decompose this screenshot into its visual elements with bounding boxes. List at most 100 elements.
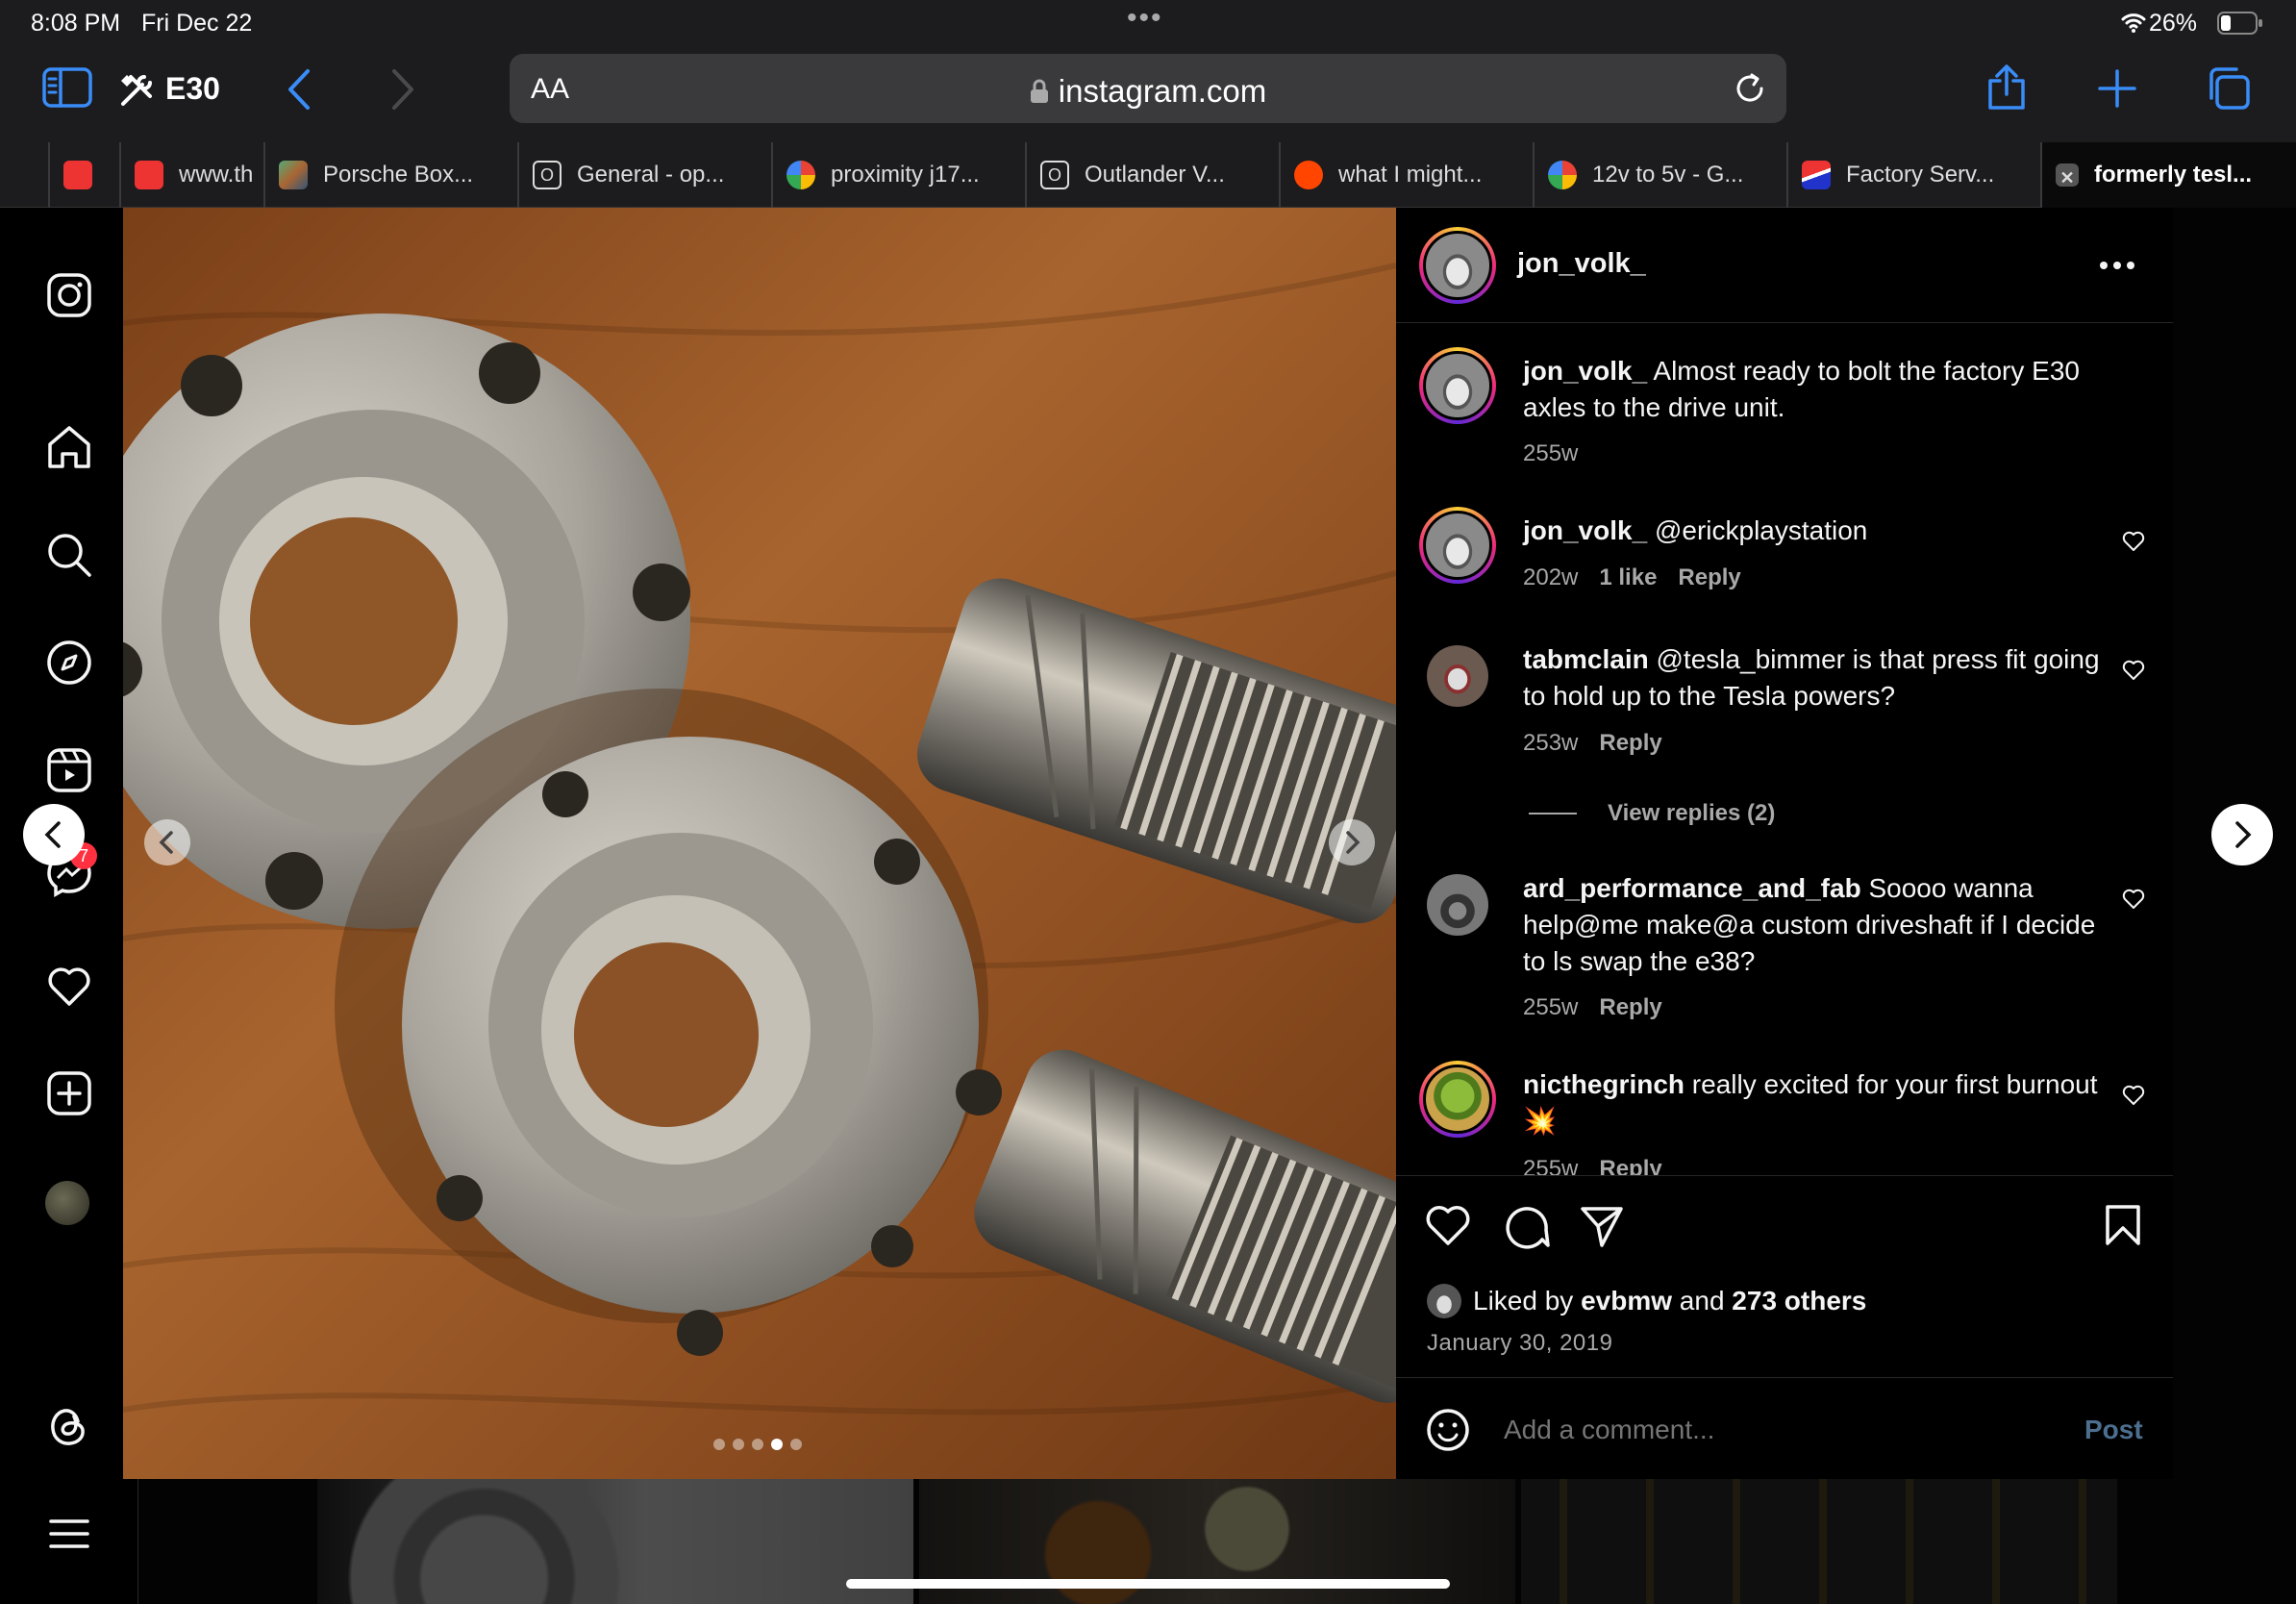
chevron-right-icon [1346, 831, 1360, 854]
tab-10-active[interactable]: ✕ formerly tesl... [2040, 142, 2296, 208]
back-button[interactable] [285, 67, 313, 112]
battery-percent: 26% [2149, 10, 2198, 37]
tab-2[interactable]: www.th [119, 142, 263, 208]
like-comment-heart-icon[interactable] [2122, 531, 2145, 552]
o-box-icon: O [533, 161, 562, 189]
browser-toolbar: E30 AA instagram.com [0, 46, 2296, 142]
post-details-panel: jon_volk_ jon_volk_ Almost ready to bolt… [1396, 208, 2173, 1479]
post-actions: Liked by evbmw and 273 others January 30… [1396, 1175, 2173, 1358]
like-heart-icon[interactable] [1425, 1205, 1471, 1247]
liker-username[interactable]: evbmw [1581, 1286, 1672, 1316]
share-send-icon[interactable] [1579, 1203, 1625, 1249]
emoji-icon[interactable] [1425, 1407, 1471, 1453]
reply-link[interactable]: Reply [1599, 994, 1661, 1020]
comment-avatar[interactable] [1427, 645, 1488, 707]
comment-text: ard_performance_and_fab Soooo wanna help… [1523, 873, 2096, 976]
google-icon [1548, 161, 1577, 189]
home-icon[interactable] [45, 423, 93, 471]
tab-bar: www.th Porsche Box... O General - op... p… [0, 142, 2296, 208]
carousel-prev-button[interactable] [144, 819, 190, 865]
post-date: January 30, 2019 [1427, 1330, 1613, 1356]
explore-icon[interactable] [45, 639, 93, 687]
author-avatar[interactable] [1419, 227, 1496, 304]
comment-avatar[interactable] [1419, 507, 1496, 584]
likes-others-link[interactable]: 273 others [1732, 1286, 1866, 1316]
o-box-icon: O [1040, 161, 1069, 189]
caption-user[interactable]: jon_volk_ [1523, 356, 1647, 386]
forward-button[interactable] [388, 67, 417, 112]
tab-6[interactable]: O Outlander V... [1025, 142, 1279, 208]
tab-8[interactable]: 12v to 5v - G... [1533, 142, 1786, 208]
comment-text: nicthegrinch really excited for your fir… [1523, 1069, 2098, 1136]
caption-text: jon_volk_ Almost ready to bolt the facto… [1523, 356, 2080, 422]
plus-icon [2098, 69, 2136, 108]
comment-text: jon_volk_ @erickplaystation [1523, 515, 1868, 545]
profile-avatar[interactable] [45, 1181, 89, 1225]
comment-avatar[interactable] [1427, 874, 1488, 936]
instagram-logo-icon[interactable] [45, 271, 93, 319]
author-username[interactable]: jon_volk_ [1517, 248, 1646, 280]
next-post-button[interactable] [2211, 804, 2273, 865]
like-comment-heart-icon[interactable] [2122, 1085, 2145, 1106]
lock-icon [1030, 79, 1048, 103]
reload-icon[interactable] [1733, 71, 1767, 106]
home-indicator[interactable] [846, 1579, 1450, 1589]
status-time: 8:08 PM [31, 10, 121, 37]
comment-avatar[interactable] [1419, 1061, 1496, 1138]
like-comment-heart-icon[interactable] [2122, 889, 2145, 910]
comment-bubble-icon[interactable] [1504, 1203, 1550, 1249]
post-comment-button[interactable]: Post [2084, 1415, 2143, 1445]
address-bar[interactable]: AA instagram.com [510, 54, 1786, 123]
replies-divider [1529, 813, 1577, 815]
carousel-dot [790, 1439, 802, 1450]
like-comment-heart-icon[interactable] [2122, 660, 2145, 681]
sidebar-icon [42, 67, 92, 108]
chevron-right-icon [392, 69, 413, 110]
comment-input[interactable] [1504, 1407, 2042, 1453]
likes-count[interactable]: 1 like [1599, 564, 1657, 590]
close-tab-icon[interactable]: ✕ [2056, 163, 2079, 188]
post-photo[interactable] [123, 208, 1396, 1479]
tab-4[interactable]: O General - op... [517, 142, 771, 208]
sidebar-toggle-button[interactable] [42, 67, 92, 108]
tab-3[interactable]: Porsche Box... [263, 142, 517, 208]
menu-icon[interactable] [45, 1510, 93, 1558]
tab-overview-button[interactable] [2206, 65, 2252, 112]
view-replies-link[interactable]: View replies (2) [1608, 800, 1775, 827]
instagram-sidebar: 7 [0, 208, 138, 1604]
more-options-icon[interactable] [2098, 260, 2136, 271]
favicon-icon [63, 161, 92, 189]
previous-post-button[interactable] [23, 804, 85, 865]
new-tab-button[interactable] [2098, 69, 2136, 108]
caption-avatar[interactable] [1419, 347, 1496, 424]
save-bookmark-icon[interactable] [2104, 1203, 2142, 1247]
tab-group-name[interactable]: E30 [165, 71, 220, 107]
status-date: Fri Dec 22 [141, 10, 253, 37]
search-icon[interactable] [45, 531, 93, 579]
liker-avatar[interactable] [1427, 1284, 1461, 1318]
reply-link[interactable]: Reply [1599, 730, 1661, 756]
liked-by-line: Liked by evbmw and 273 others [1473, 1286, 1867, 1316]
chevron-left-icon [159, 831, 173, 854]
tab-5[interactable]: proximity j17... [771, 142, 1025, 208]
carousel-next-button[interactable] [1329, 819, 1375, 865]
tab-9[interactable]: Factory Serv... [1786, 142, 2040, 208]
favicon-icon [279, 161, 308, 189]
comment-meta: 202w 1 like Reply [1523, 564, 1741, 590]
comment-text: tabmclain @tesla_bimmer is that press fi… [1523, 644, 2100, 711]
multitasking-dots[interactable]: ••• [1127, 2, 1163, 35]
share-button[interactable] [1986, 63, 2027, 112]
reply-link[interactable]: Reply [1678, 564, 1740, 590]
create-icon[interactable] [45, 1069, 93, 1117]
url-host-text: instagram.com [1058, 73, 1267, 109]
threads-icon[interactable] [45, 1402, 93, 1450]
carousel-dot [752, 1439, 763, 1450]
reels-icon[interactable] [45, 746, 93, 794]
tab-7[interactable]: what I might... [1279, 142, 1533, 208]
tab-1[interactable] [48, 142, 119, 208]
flag-icon [1802, 161, 1831, 189]
notifications-heart-icon[interactable] [45, 962, 93, 1010]
chevron-right-icon [2235, 821, 2252, 848]
reddit-icon [1294, 161, 1323, 189]
tools-icon [121, 75, 152, 106]
